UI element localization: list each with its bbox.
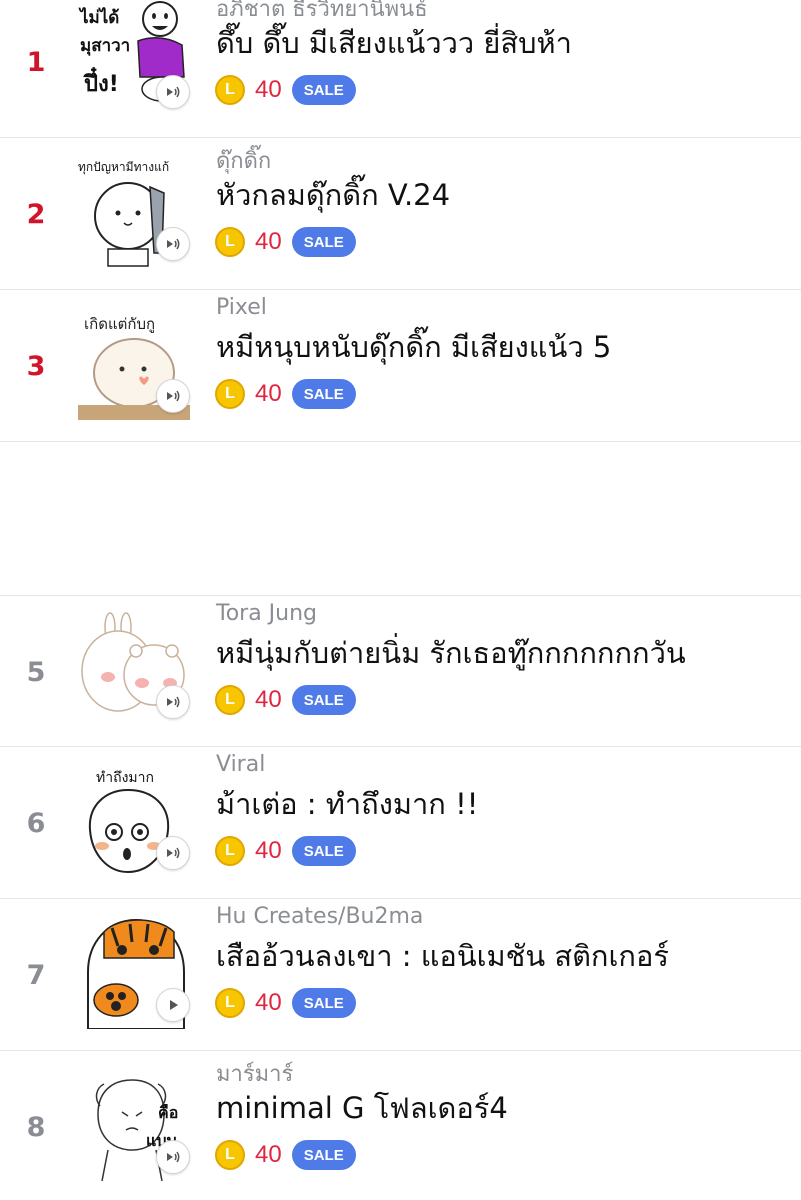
- list-item[interactable]: 1 ไม่ได้ มุสาวา ปึ๋ง! อภิชาต ธีรวิทยานิพ…: [0, 0, 801, 138]
- svg-text:ปึ๋ง!: ปึ๋ง!: [83, 67, 119, 97]
- list-item[interactable]: 6 ทำถึงมาก Viral ม้าเต่อ : ทำถึงมาก !! L…: [0, 747, 801, 899]
- coin-icon: L: [215, 75, 245, 105]
- speaker-icon[interactable]: [156, 836, 190, 870]
- svg-text:ทุกปัญหามีทางแก้: ทุกปัญหามีทางแก้: [78, 160, 169, 175]
- sticker-title[interactable]: หมีหนุบหนับดุ๊กดิ๊ก มีเสียงแน้ว 5: [216, 324, 611, 370]
- coin-icon: L: [215, 988, 245, 1018]
- price-row: L 40 SALE: [215, 1139, 356, 1171]
- sale-badge: SALE: [291, 1140, 356, 1170]
- sale-badge: SALE: [291, 988, 356, 1018]
- sticker-title[interactable]: หัวกลมดุ๊กดิ๊ก V.24: [216, 172, 450, 218]
- price-row: L 40 SALE: [215, 74, 356, 106]
- svg-text:คือ: คือ: [158, 1103, 178, 1122]
- speaker-icon[interactable]: [156, 1140, 190, 1174]
- coin-icon: L: [215, 379, 245, 409]
- speaker-icon[interactable]: [156, 379, 190, 413]
- coin-icon: L: [215, 227, 245, 257]
- rank-number: 7: [26, 959, 46, 991]
- list-item[interactable]: 3 เกิดแต่กับกู Pixel หมีหนุบหนับดุ๊กดิ๊ก…: [0, 290, 801, 442]
- speaker-icon[interactable]: [156, 75, 190, 109]
- price-row: L 40 SALE: [215, 987, 356, 1019]
- price-row: L 40 SALE: [215, 684, 356, 716]
- sale-badge: SALE: [291, 379, 356, 409]
- price-value: 40: [255, 989, 282, 1016]
- svg-text:มุสาวา: มุสาวา: [80, 36, 130, 56]
- list-item[interactable]: 7 Hu Creates/Bu2ma เสืออ้วนลงเขา : แอนิเ…: [0, 899, 801, 1051]
- price-value: 40: [255, 1141, 282, 1168]
- price-row: L 40 SALE: [215, 378, 356, 410]
- price-value: 40: [255, 837, 282, 864]
- rank-number: 2: [26, 198, 46, 230]
- sticker-title[interactable]: minimal G โฟลเดอร์4: [216, 1085, 508, 1131]
- svg-text:เกิดแต่กับกู: เกิดแต่กับกู: [84, 315, 155, 333]
- price-value: 40: [255, 686, 282, 713]
- price-value: 40: [255, 76, 282, 103]
- rank-number: 5: [26, 656, 46, 688]
- svg-text:ไม่ได้: ไม่ได้: [78, 7, 119, 28]
- rank-number: 8: [26, 1111, 46, 1143]
- coin-icon: L: [215, 836, 245, 866]
- sticker-title[interactable]: ม้าเต่อ : ทำถึงมาก !!: [216, 781, 478, 827]
- speaker-icon[interactable]: [156, 227, 190, 261]
- sale-badge: SALE: [291, 685, 356, 715]
- list-item[interactable]: 8 คือ แบบ มาร์มาร์ minimal G โฟลเดอร์4 L…: [0, 1051, 801, 1200]
- sticker-title[interactable]: หมีนุ่มกับต่ายนิ่ม รักเธอทู๊กกกกกกกวัน: [216, 630, 686, 676]
- sale-badge: SALE: [291, 75, 356, 105]
- rank-number: 3: [26, 350, 46, 382]
- list-item[interactable]: 2 ทุกปัญหามีทางแก้ ดุ๊กดิ๊ก หัวกลมดุ๊กดิ…: [0, 138, 801, 290]
- price-value: 40: [255, 228, 282, 255]
- coin-icon: L: [215, 1140, 245, 1170]
- sale-badge: SALE: [291, 227, 356, 257]
- sticker-title[interactable]: เสืออ้วนลงเขา : แอนิเมชัน สติกเกอร์: [216, 933, 669, 979]
- sale-badge: SALE: [291, 836, 356, 866]
- rank-number: 6: [26, 807, 46, 839]
- sticker-title[interactable]: ดึ๊บ ดึ๊บ มีเสียงแน้ววว ยี่สิบห้า: [216, 20, 572, 66]
- author-name[interactable]: Viral: [216, 752, 265, 777]
- price-row: L 40 SALE: [215, 226, 356, 258]
- svg-text:ทำถึงมาก: ทำถึงมาก: [96, 770, 154, 786]
- author-name[interactable]: Tora Jung: [216, 601, 317, 626]
- coin-icon: L: [215, 685, 245, 715]
- author-name[interactable]: Hu Creates/Bu2ma: [216, 904, 423, 929]
- author-name[interactable]: Pixel: [216, 295, 267, 320]
- list-item[interactable]: 5 Tora Jung หมีนุ่มกับต่ายนิ่ม รักเธอทู๊…: [0, 595, 801, 747]
- speaker-icon[interactable]: [156, 685, 190, 719]
- rank-number: 1: [26, 46, 46, 78]
- price-row: L 40 SALE: [215, 835, 356, 867]
- price-value: 40: [255, 380, 282, 407]
- play-icon[interactable]: [156, 988, 190, 1022]
